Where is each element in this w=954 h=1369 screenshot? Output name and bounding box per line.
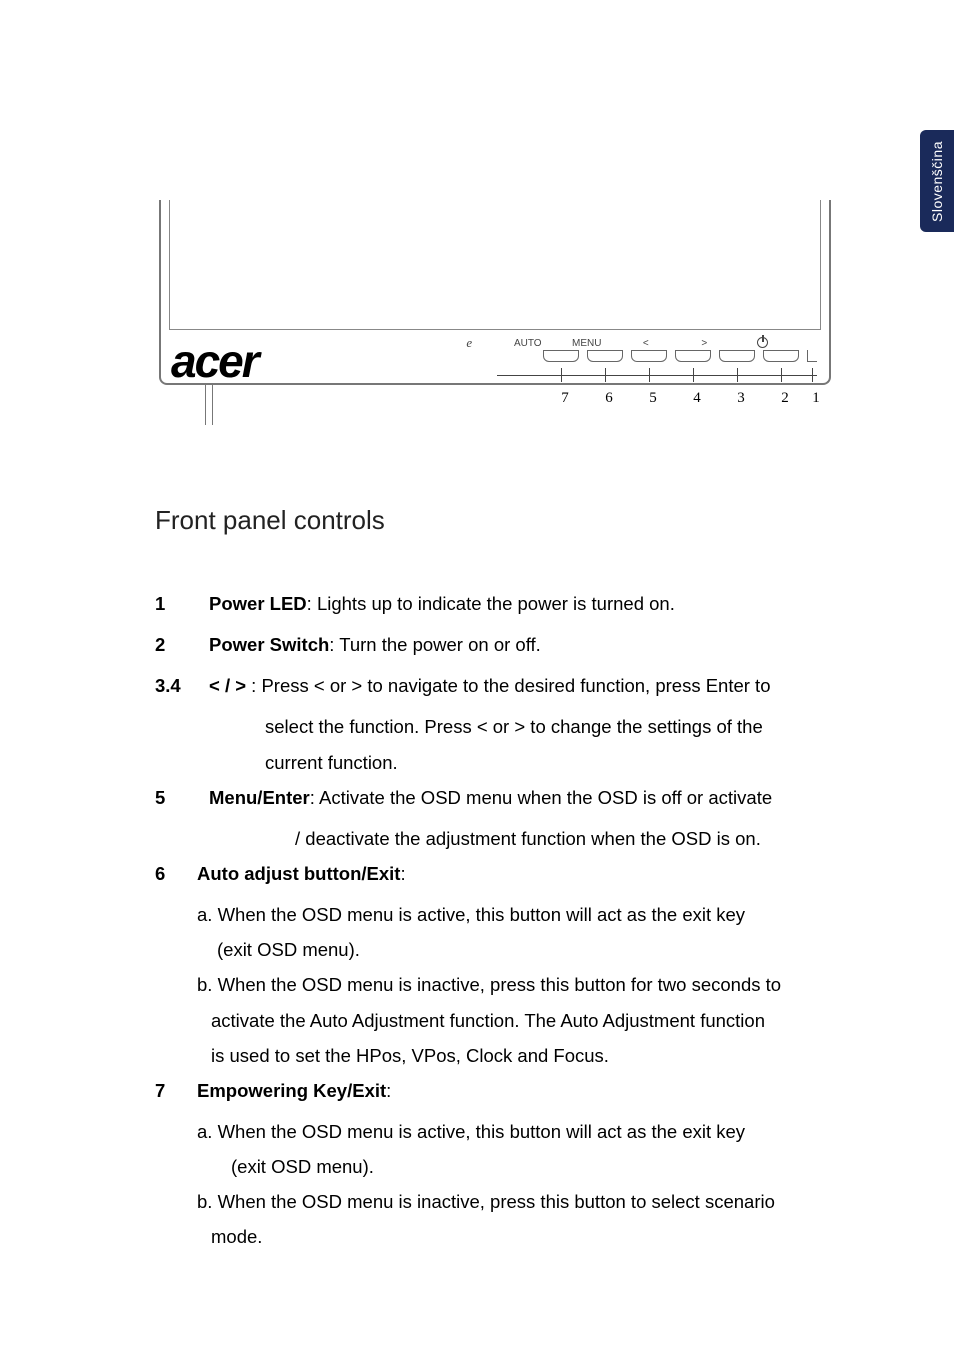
e-icon-label: e [455, 335, 484, 351]
panel-button [763, 350, 799, 362]
callout-number: 6 [591, 390, 627, 407]
panel-button-labels: e AUTO MENU < > [455, 335, 815, 351]
panel-button [543, 350, 579, 362]
less-than-label: < [631, 338, 660, 349]
item-label: Auto adjust button/Exit [197, 863, 400, 884]
callout-tick [719, 368, 755, 382]
monitor-bezel-diagram: acer e AUTO MENU < > [155, 200, 835, 425]
callout-number: 3 [723, 390, 759, 407]
list-item: 5 Menu/Enter: Activate the OSD menu when… [155, 780, 835, 815]
item-label: Power Switch [209, 634, 329, 655]
callout-tick [631, 368, 667, 382]
panel-button [631, 350, 667, 362]
section-heading: Front panel controls [155, 505, 835, 536]
item-continuation: select the function. Press < or > to cha… [265, 709, 835, 744]
panel-button [719, 350, 755, 362]
callout-tick [763, 368, 799, 382]
item-text: : Activate the OSD menu when the OSD is … [310, 787, 772, 808]
item-body: Power LED: Lights up to indicate the pow… [209, 586, 835, 621]
page-content: acer e AUTO MENU < > [155, 200, 835, 1255]
stand-line [212, 385, 213, 425]
greater-than-label: > [690, 338, 719, 349]
item-label: < / > [209, 675, 246, 696]
item-subline: a. When the OSD menu is active, this but… [197, 897, 835, 932]
item-number: 1 [155, 586, 209, 621]
item-body: Menu/Enter: Activate the OSD menu when t… [209, 780, 835, 815]
item-body: < / > : Press < or > to navigate to the … [209, 668, 835, 703]
auto-label: AUTO [514, 338, 543, 349]
item-continuation: current function. [265, 745, 835, 780]
stand-line [205, 385, 206, 425]
item-label: Empowering Key/Exit [197, 1080, 386, 1101]
brand-logo: acer [171, 334, 258, 388]
item-text: : Lights up to indicate the power is tur… [307, 593, 675, 614]
callout-number: 1 [811, 390, 821, 407]
power-icon [749, 336, 778, 350]
callout-number: 7 [547, 390, 583, 407]
list-item: 6 Auto adjust button/Exit: [155, 856, 835, 891]
callout-tick [587, 368, 623, 382]
callout-tick [543, 368, 579, 382]
callout-number-row: 7 6 5 4 3 2 1 [547, 390, 821, 407]
callout-tick [807, 368, 817, 382]
item-subline: (exit OSD menu). [217, 932, 835, 967]
callout-number: 4 [679, 390, 715, 407]
item-label: Menu/Enter [209, 787, 310, 808]
callout-number: 2 [767, 390, 803, 407]
item-body: Empowering Key/Exit: [197, 1073, 835, 1108]
panel-button [587, 350, 623, 362]
list-item: 7 Empowering Key/Exit: [155, 1073, 835, 1108]
callout-number: 5 [635, 390, 671, 407]
item-subline: b. When the OSD menu is inactive, press … [197, 1184, 835, 1219]
item-number: 3.4 [155, 668, 209, 703]
panel-button [675, 350, 711, 362]
item-subline: (exit OSD menu). [231, 1149, 835, 1184]
list-item: 2 Power Switch: Turn the power on or off… [155, 627, 835, 662]
item-text: : Turn the power on or off. [329, 634, 541, 655]
item-continuation: / deactivate the adjustment function whe… [295, 821, 835, 856]
item-subline: is used to set the HPos, VPos, Clock and… [211, 1038, 835, 1073]
item-text: : Press < or > to navigate to the desire… [246, 675, 770, 696]
panel-button-row [543, 350, 817, 362]
screen-outline [169, 200, 821, 330]
callout-tick [675, 368, 711, 382]
item-subline: a. When the OSD menu is active, this but… [197, 1114, 835, 1149]
callout-ticks [543, 368, 817, 382]
list-item: 3.4 < / > : Press < or > to navigate to … [155, 668, 835, 703]
item-label: Power LED [209, 593, 307, 614]
list-item: 1 Power LED: Lights up to indicate the p… [155, 586, 835, 621]
language-tab: Slovenščina [920, 130, 954, 232]
item-body: Power Switch: Turn the power on or off. [209, 627, 835, 662]
item-number: 2 [155, 627, 209, 662]
item-body: Auto adjust button/Exit: [197, 856, 835, 891]
item-colon: : [400, 863, 405, 884]
item-colon: : [386, 1080, 391, 1101]
language-tab-label: Slovenščina [929, 141, 945, 222]
panel-led [807, 350, 817, 362]
item-number: 5 [155, 780, 209, 815]
item-subline: activate the Auto Adjustment function. T… [211, 1003, 835, 1038]
menu-label: MENU [572, 338, 601, 349]
item-subline: b. When the OSD menu is inactive, press … [197, 967, 835, 1002]
item-number: 7 [155, 1073, 197, 1108]
item-subline: mode. [211, 1219, 835, 1254]
item-number: 6 [155, 856, 197, 891]
